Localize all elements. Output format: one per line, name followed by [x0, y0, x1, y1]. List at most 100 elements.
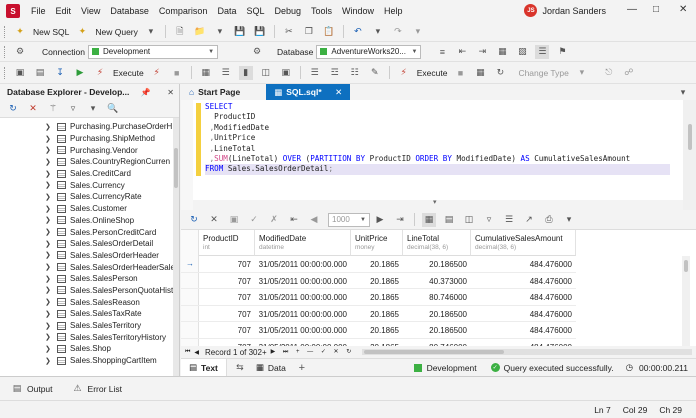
table-cell[interactable]: 20.1865 — [351, 310, 399, 319]
toggle-icon[interactable]: ☰ — [535, 44, 550, 59]
columns-icon[interactable]: ☰ — [502, 213, 516, 227]
column-header[interactable]: UnitPrice money — [351, 230, 403, 256]
debug-icon[interactable]: ▣ — [13, 66, 27, 80]
run-icon[interactable]: ▶ — [73, 66, 87, 80]
swap-icon[interactable]: ⇆ — [233, 361, 247, 375]
pin-icon[interactable]: 📌 — [141, 88, 151, 97]
execute-button-2[interactable]: Execute — [417, 68, 448, 78]
save-results-icon[interactable]: ▣ — [227, 213, 241, 227]
tree-item[interactable]: ❯ Sales.Shop — [0, 343, 179, 355]
column-header[interactable]: CumulativeSalesAmount decimal(38, 6) — [471, 230, 576, 256]
column-header[interactable]: LineTotal decimal(38, 6) — [403, 230, 471, 256]
close-tab-icon[interactable]: ✕ — [335, 87, 342, 98]
format-icon[interactable]: ≡ — [435, 45, 449, 59]
profiler-icon[interactable]: ☲ — [328, 66, 342, 80]
tree-item[interactable]: ❯ Sales.CountryRegionCurren — [0, 156, 179, 168]
undo-icon[interactable]: ↶ — [351, 25, 365, 39]
table-cell[interactable]: 707 — [199, 326, 251, 335]
export-icon[interactable]: ↗ — [522, 213, 536, 227]
table-cell[interactable]: 31/05/2011 00:00:00.000 — [255, 277, 347, 286]
fetch-all-icon[interactable]: ⇥ — [393, 213, 407, 227]
card-view-icon[interactable]: ▤ — [442, 213, 456, 227]
cut-icon[interactable]: ✂ — [282, 25, 296, 39]
refresh-icon[interactable]: ↻ — [6, 102, 20, 116]
plan-icon[interactable]: ☷ — [348, 66, 362, 80]
chevron-right-icon[interactable]: ❯ — [45, 123, 53, 131]
apply-icon[interactable]: ▦ — [473, 66, 487, 80]
table-row[interactable]: 707 31/05/2011 00:00:00.000 20.1865 20.1865… — [181, 306, 576, 322]
step-icon[interactable]: ▤ — [33, 66, 47, 80]
table-cell[interactable]: 707 — [199, 277, 251, 286]
dropdown-icon[interactable]: ▾ — [371, 25, 385, 39]
table-row[interactable]: 707 31/05/2011 00:00:00.000 20.1865 80.7460… — [181, 289, 576, 306]
dropdown-icon[interactable]: ▾ — [86, 102, 100, 116]
menu-comparison[interactable]: Comparison — [154, 6, 213, 16]
table-cell[interactable]: 20.1865 — [351, 293, 399, 302]
chevron-right-icon[interactable]: ❯ — [45, 216, 53, 224]
close-icon[interactable]: ✕ — [679, 4, 687, 15]
grid-hscrollbar[interactable] — [362, 349, 693, 355]
maximize-icon[interactable]: □ — [653, 4, 659, 15]
table-cell[interactable]: 20.1865 — [351, 326, 399, 335]
results-grid[interactable]: ProductID int ModifiedDate datetime UnitPric… — [181, 230, 696, 355]
tree-item[interactable]: ❯ Sales.PersonCreditCard — [0, 226, 179, 238]
step-into-icon[interactable]: ↧ — [53, 66, 67, 80]
table-cell[interactable]: 484.476000 — [471, 260, 572, 269]
chevron-right-icon[interactable]: ❯ — [45, 158, 53, 166]
dropdown-icon[interactable]: ▾ — [144, 25, 158, 39]
filter-icon[interactable]: ▿ — [66, 102, 80, 116]
table-cell[interactable]: 20.1865 — [351, 277, 399, 286]
chevron-right-icon[interactable]: ❯ — [45, 275, 53, 283]
indent-icon[interactable]: ⇥ — [475, 45, 489, 59]
chevron-down-icon[interactable]: ▾ — [575, 66, 589, 80]
user-account[interactable]: JS Jordan Sanders — [524, 4, 606, 17]
grid-view-icon[interactable]: ▦ — [422, 212, 436, 227]
tab-sql[interactable]: ▦ SQL.sql* ✕ — [266, 84, 351, 100]
uncomment-icon[interactable]: ▧ — [515, 45, 529, 59]
add-tab-icon[interactable]: + — [295, 361, 309, 375]
tree-item[interactable]: ❯ Sales.CreditCard — [0, 168, 179, 180]
menu-tools[interactable]: Tools — [306, 6, 337, 16]
text-view-icon[interactable]: ☰ — [219, 66, 233, 80]
table-cell[interactable]: 31/05/2011 00:00:00.000 — [255, 260, 347, 269]
menu-help[interactable]: Help — [379, 6, 408, 16]
output-tab[interactable]: Output — [27, 384, 53, 394]
tree-item[interactable]: ❯ Sales.SalesOrderHeader — [0, 250, 179, 262]
table-cell[interactable]: 31/05/2011 00:00:00.000 — [255, 326, 347, 335]
chevron-right-icon[interactable]: ❯ — [45, 135, 53, 143]
table-row[interactable]: 707 31/05/2011 00:00:00.000 20.1865 20.1865… — [181, 322, 576, 339]
table-cell[interactable]: 484.476000 — [471, 326, 572, 335]
grid-scrollbar[interactable] — [682, 256, 690, 346]
stop-icon-2[interactable]: ■ — [453, 66, 467, 80]
key-icon[interactable]: ⎋ — [602, 66, 616, 80]
table-cell[interactable]: 80.746000 — [403, 293, 467, 302]
tab-text[interactable]: ▤ Text — [181, 359, 227, 376]
table-row[interactable]: 707 31/05/2011 00:00:00.000 20.1865 40.3730… — [181, 273, 576, 289]
table-row[interactable]: → 707 31/05/2011 00:00:00.000 20.1865 20.186… — [181, 256, 576, 273]
chevron-right-icon[interactable]: ❯ — [45, 240, 53, 248]
table-cell[interactable]: 40.373000 — [403, 277, 467, 286]
tree-item[interactable]: ❯ Sales.Customer — [0, 203, 179, 215]
edit-icon[interactable]: ✎ — [368, 66, 382, 80]
sql-editor[interactable]: SELECT ProductID ,ModifiedDate ,UnitPric… — [193, 100, 683, 200]
copy-icon[interactable]: ❐ — [302, 25, 316, 39]
nav-buttons[interactable]: ▶ ⏭ + — ✓ ✕ ↻ — [271, 348, 355, 356]
save-icon[interactable]: 💾 — [233, 25, 247, 39]
column-header[interactable]: ProductID int — [199, 230, 255, 256]
chevron-right-icon[interactable]: ❯ — [45, 357, 53, 365]
error-list-tab[interactable]: Error List — [88, 384, 122, 394]
editor-hscrollbar[interactable]: ▾ — [193, 199, 683, 210]
chevron-right-icon[interactable]: ❯ — [45, 298, 53, 306]
dropdown-icon[interactable]: ▾ — [411, 25, 425, 39]
change-type-button[interactable]: Change Type — [518, 68, 568, 78]
print-icon[interactable]: ⎙ — [542, 213, 556, 227]
chevron-right-icon[interactable]: ❯ — [45, 345, 53, 353]
tree-scrollbar[interactable] — [173, 118, 179, 376]
chevron-right-icon[interactable]: ❯ — [45, 181, 53, 189]
split-view-icon[interactable]: ◫ — [259, 66, 273, 80]
tab-list-icon[interactable]: ▾ — [676, 85, 690, 99]
fetch-first-icon[interactable]: ⇤ — [287, 213, 301, 227]
chevron-right-icon[interactable]: ❯ — [45, 333, 53, 341]
more-icon[interactable]: ▾ — [562, 213, 576, 227]
tree-item[interactable]: ❯ Sales.SalesTerritoryHistory — [0, 331, 179, 343]
